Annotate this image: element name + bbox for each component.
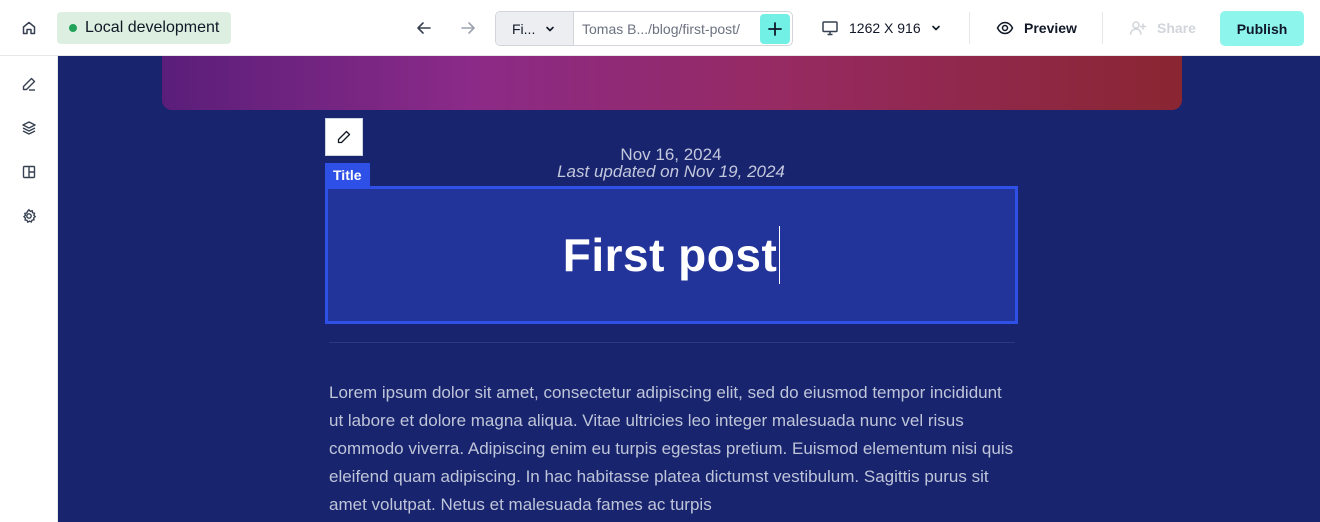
- home-icon: [22, 21, 36, 35]
- viewport-select[interactable]: 1262 X 916: [821, 12, 941, 44]
- layout-icon: [22, 165, 36, 179]
- address-bar: Fi... Tomas B.../blog/first-post/: [495, 11, 793, 46]
- layers-button[interactable]: [17, 116, 41, 140]
- arrow-right-icon: [461, 22, 475, 34]
- back-button[interactable]: [408, 12, 440, 44]
- chevron-down-icon: [546, 26, 555, 31]
- post-title-text: First post: [562, 229, 778, 281]
- chevron-down-icon: [931, 25, 940, 31]
- preview-label: Preview: [1024, 20, 1077, 36]
- text-caret: [779, 226, 781, 284]
- share-label: Share: [1157, 20, 1196, 36]
- eye-icon: [996, 21, 1014, 35]
- environment-badge[interactable]: Local development: [57, 12, 232, 44]
- post-body[interactable]: Lorem ipsum dolor sit amet, consectetur …: [329, 379, 1019, 519]
- editor-canvas[interactable]: Nov 16, 2024 Last updated on Nov 19, 202…: [58, 56, 1320, 522]
- publish-button[interactable]: Publish: [1220, 11, 1304, 46]
- post-title[interactable]: First post: [563, 226, 781, 284]
- top-toolbar: Local development Fi... Tomas B.../blog/…: [0, 0, 1320, 56]
- layout-button[interactable]: [17, 160, 41, 184]
- viewport-size: 1262 X 916: [849, 20, 921, 36]
- pencil-icon: [22, 77, 36, 91]
- hero-image: [162, 56, 1182, 110]
- side-rail: [0, 56, 58, 522]
- user-plus-icon: [1129, 21, 1147, 35]
- selection-label: Title: [325, 163, 370, 187]
- preview-button[interactable]: Preview: [996, 12, 1077, 44]
- arrow-left-icon: [417, 22, 431, 34]
- plus-icon: [768, 21, 782, 36]
- gear-icon: [22, 208, 37, 224]
- monitor-icon: [822, 21, 838, 36]
- forward-button[interactable]: [452, 12, 484, 44]
- environment-label: Local development: [85, 19, 220, 36]
- add-page-button[interactable]: [760, 13, 790, 44]
- title-block[interactable]: First post: [325, 186, 1018, 324]
- pencil-icon: [337, 130, 351, 144]
- toolbar-divider: [1102, 12, 1103, 44]
- url-input[interactable]: Tomas B.../blog/first-post/: [574, 21, 760, 37]
- page-select-value: Fi...: [512, 20, 536, 37]
- post-updated-date: Last updated on Nov 19, 2024: [557, 162, 785, 181]
- share-button[interactable]: Share: [1129, 12, 1196, 44]
- toolbar-divider: [969, 12, 970, 44]
- content-divider: [329, 342, 1015, 343]
- layers-icon: [22, 121, 36, 135]
- edit-content-button[interactable]: [17, 72, 41, 96]
- settings-button[interactable]: [17, 204, 41, 228]
- status-dot: [69, 24, 77, 32]
- page-select[interactable]: Fi...: [496, 12, 574, 45]
- home-button[interactable]: [12, 12, 46, 44]
